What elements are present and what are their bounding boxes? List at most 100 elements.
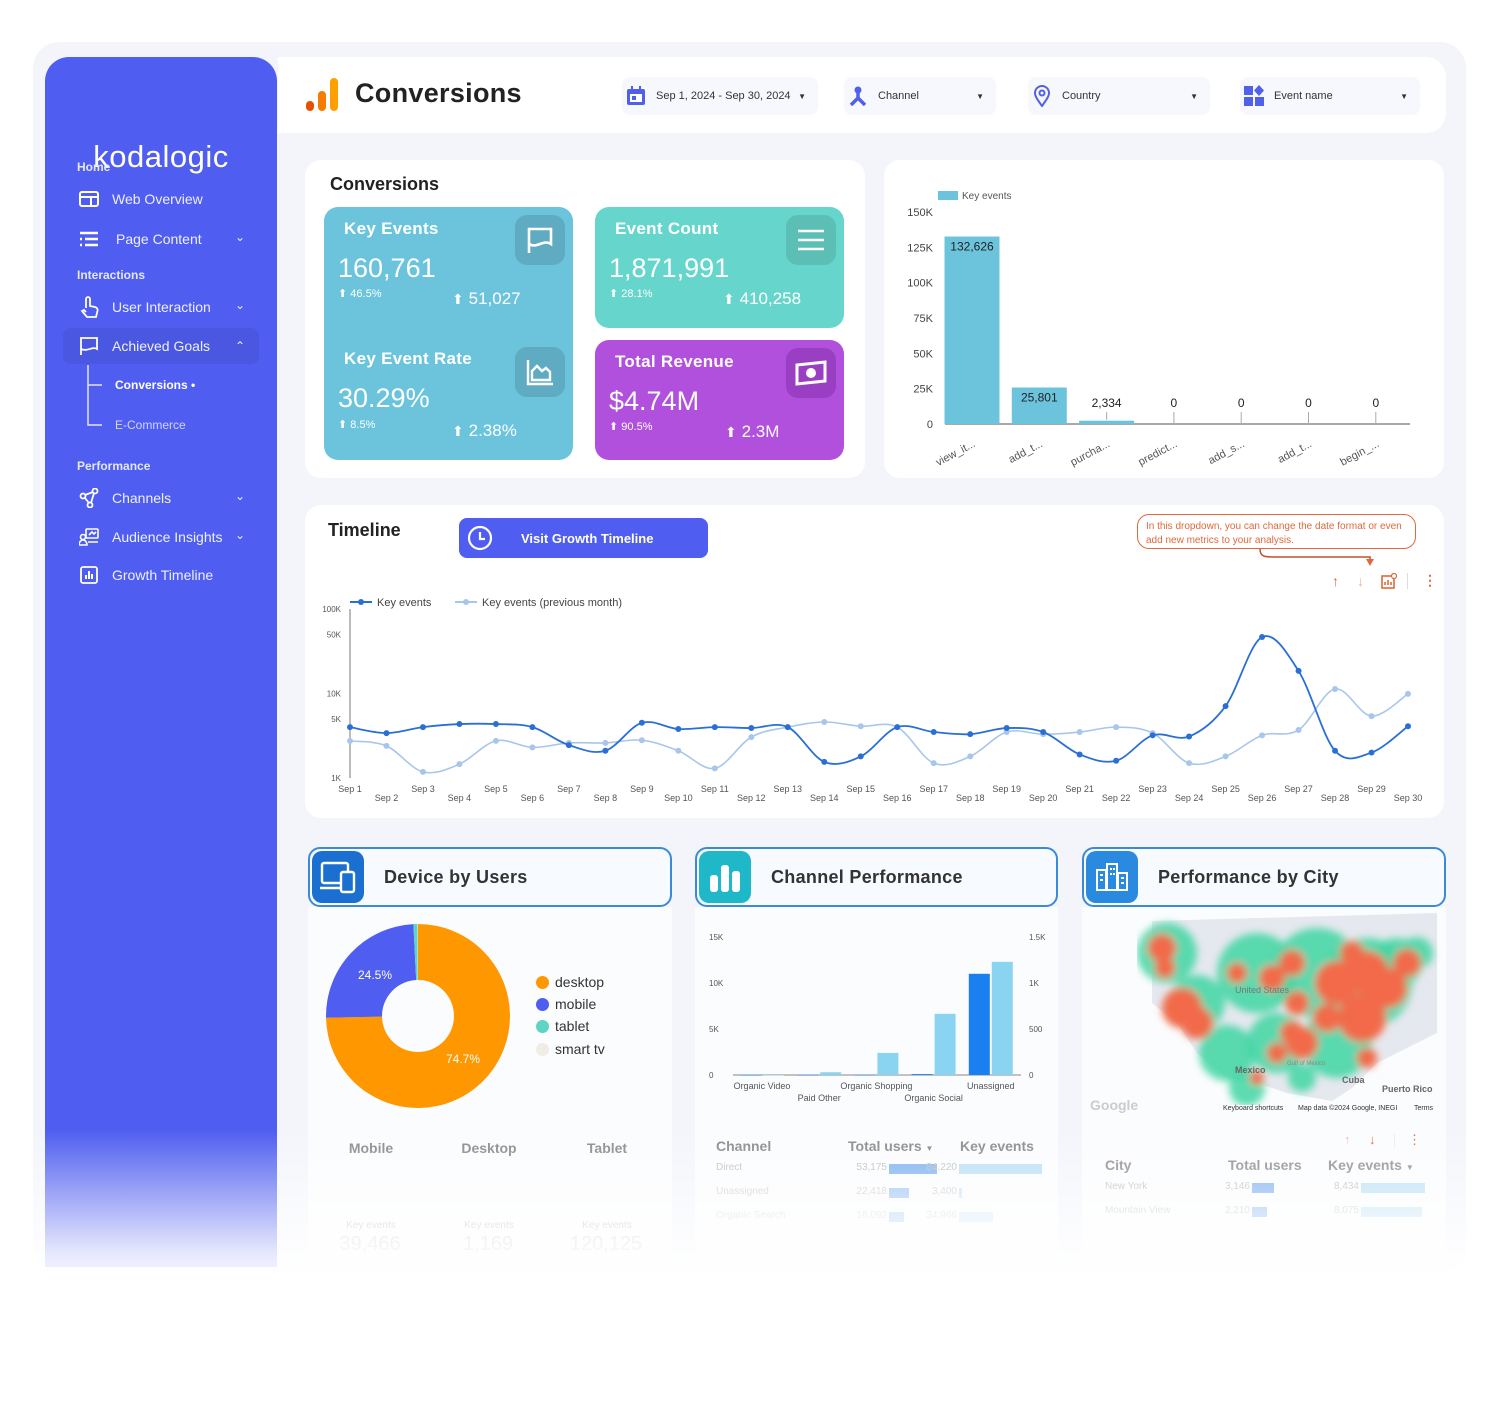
caret-down-icon: ▼ — [798, 91, 806, 101]
sidebar-item-label: Web Overview — [112, 191, 203, 207]
chevron-down-icon[interactable]: ⌄ — [235, 489, 245, 503]
bar — [820, 1072, 842, 1075]
x-tick-label: Sep 23 — [1138, 784, 1167, 794]
data-point — [419, 768, 426, 775]
shapes-icon — [1242, 84, 1266, 108]
legend-mobile: mobile — [536, 996, 596, 1012]
x-tick-label: Sep 4 — [448, 793, 472, 803]
y-tick-label-right: 1.5K — [1029, 933, 1046, 942]
data-label: 0 — [1305, 396, 1312, 410]
channel-filter[interactable]: Channel ▼ — [844, 77, 996, 115]
x-tick-label: add_t... — [1276, 438, 1314, 466]
event-name-filter[interactable]: Event name ▼ — [1240, 77, 1420, 115]
section-home: Home — [77, 160, 111, 174]
x-tick-label: Sep 11 — [701, 784, 729, 794]
map-label: Gulf of Mexico — [1287, 1061, 1326, 1067]
sidebar-item-label: Growth Timeline — [112, 567, 214, 583]
city-buildings-icon — [1086, 851, 1138, 903]
data-point — [711, 724, 718, 731]
menu-icon — [786, 215, 836, 265]
kebab-menu-icon[interactable]: ⋮ — [1408, 1132, 1421, 1148]
city-card-header: Performance by City — [1082, 847, 1446, 907]
data-point — [347, 737, 353, 744]
flag-icon — [78, 335, 100, 357]
data-point — [784, 724, 791, 731]
chevron-up-icon[interactable]: ⌃ — [235, 339, 245, 353]
sidebar-subitem-conversions[interactable]: Conversions • — [115, 378, 195, 392]
data-point — [1113, 757, 1120, 764]
map-label: Mexico — [1235, 1065, 1266, 1075]
chevron-down-icon[interactable]: ⌄ — [235, 528, 245, 542]
data-point — [492, 721, 499, 728]
chevron-down-icon[interactable]: ⌄ — [235, 230, 245, 244]
kpi-key-events[interactable]: Key Events 160,761 ⬆ 46.5% ⬆ 51,027 Key … — [324, 207, 573, 460]
sidebar-item-achieved-goals[interactable]: Achieved Goals ⌃ — [63, 328, 259, 364]
sort-ascending-icon[interactable]: ↑ — [1344, 1132, 1351, 1147]
sidebar-item-user-interaction[interactable]: User Interaction ⌄ — [63, 289, 259, 325]
data-point — [383, 730, 390, 737]
sidebar-item-channels[interactable]: Channels ⌄ — [63, 480, 259, 516]
data-point — [894, 724, 901, 731]
sort-ascending-icon[interactable]: ↑ — [1332, 573, 1339, 589]
country-filter[interactable]: Country ▼ — [1028, 77, 1210, 115]
col-header-key-events[interactable]: Key events ▼ — [1328, 1157, 1414, 1173]
caret-down-icon: ▼ — [1400, 91, 1408, 101]
kebab-menu-icon[interactable]: ⋮ — [1423, 572, 1437, 589]
metric-label: Key events — [464, 1220, 514, 1231]
bar — [1079, 420, 1135, 424]
legend-dot — [463, 599, 469, 605]
chart-settings-icon[interactable] — [1381, 573, 1397, 589]
sort-descending-icon[interactable]: ↓ — [1357, 573, 1364, 589]
y-tick-label: 125K — [907, 242, 933, 254]
y-tick-label: 150K — [907, 207, 933, 219]
visit-growth-timeline-button[interactable]: Visit Growth Timeline — [459, 518, 708, 558]
x-tick-label: Sep 12 — [737, 793, 766, 803]
x-tick-label: Sep 19 — [992, 784, 1021, 794]
row-name: Unassigned — [716, 1186, 769, 1197]
kpi-percent: ⬆ 46.5% — [338, 288, 382, 300]
city-card-body: United States Mexico Cuba Puerto Rico Gu… — [1082, 907, 1446, 1257]
data-point — [1259, 732, 1266, 739]
row-name: Organic Search — [716, 1210, 786, 1221]
sidebar-item-audience-insights[interactable]: Audience Insights ⌄ — [63, 519, 259, 555]
sidebar-item-page-content[interactable]: Page Content ⌄ — [63, 221, 259, 257]
x-tick-label: Sep 17 — [919, 784, 948, 794]
city-heatmap[interactable]: United States Mexico Cuba Puerto Rico Gu… — [1137, 913, 1442, 1105]
keyboard-shortcuts-link[interactable]: Keyboard shortcuts — [1223, 1105, 1283, 1112]
row-users: 2,210 — [1224, 1205, 1250, 1216]
sidebar-item-label: Channels — [112, 490, 172, 506]
bar — [763, 1075, 784, 1076]
kpi-event-count[interactable]: Event Count 1,871,991 ⬆ 28.1% ⬆ 410,258 — [595, 207, 844, 328]
money-icon — [786, 348, 836, 398]
users-bar — [1252, 1207, 1268, 1217]
kpi-total-revenue[interactable]: Total Revenue $4.74M ⬆ 90.5% ⬆ 2.3M — [595, 340, 844, 460]
col-header-total-users[interactable]: Total users ▼ — [848, 1138, 933, 1154]
filter-label: Country — [1062, 90, 1101, 102]
kpi-title: Key Event Rate — [344, 349, 472, 368]
x-tick-label: Sep 16 — [883, 793, 912, 803]
x-tick-label: Organic Shopping — [840, 1081, 912, 1091]
sidebar-item-web-overview[interactable]: Web Overview — [63, 181, 259, 217]
chevron-down-icon[interactable]: ⌄ — [235, 298, 245, 312]
data-point — [1076, 729, 1083, 736]
terms-link[interactable]: Terms — [1414, 1105, 1433, 1112]
data-point — [529, 724, 536, 731]
y-tick-label-left: 0 — [709, 1071, 714, 1080]
x-tick-label: Sep 18 — [956, 793, 985, 803]
sort-descending-icon[interactable]: ↓ — [1369, 1132, 1376, 1147]
kpi-title: Key Events — [344, 219, 439, 238]
metric-value: 39,466 — [339, 1233, 401, 1255]
events-bar — [959, 1164, 1042, 1174]
date-range-filter[interactable]: Sep 1, 2024 - Sep 30, 2024 ▼ — [622, 77, 818, 115]
sidebar-item-growth-timeline[interactable]: Growth Timeline — [63, 557, 259, 593]
key-events-bar-panel: Key events 0 25K 50K 75K 100K 125K 150K 132,626 v… — [884, 160, 1444, 478]
legend-swatch — [938, 191, 958, 200]
data-point — [565, 742, 572, 749]
row-events: 3,400 — [931, 1186, 957, 1197]
bar — [944, 236, 1000, 424]
caret-down-icon: ▼ — [976, 91, 984, 101]
sidebar-subitem-e-commerce[interactable]: E-Commerce — [115, 418, 186, 432]
data-point — [1040, 729, 1047, 736]
kpi-percent-value: 8.5% — [350, 419, 376, 431]
kpi-delta: ⬆ 410,258 — [723, 289, 802, 308]
